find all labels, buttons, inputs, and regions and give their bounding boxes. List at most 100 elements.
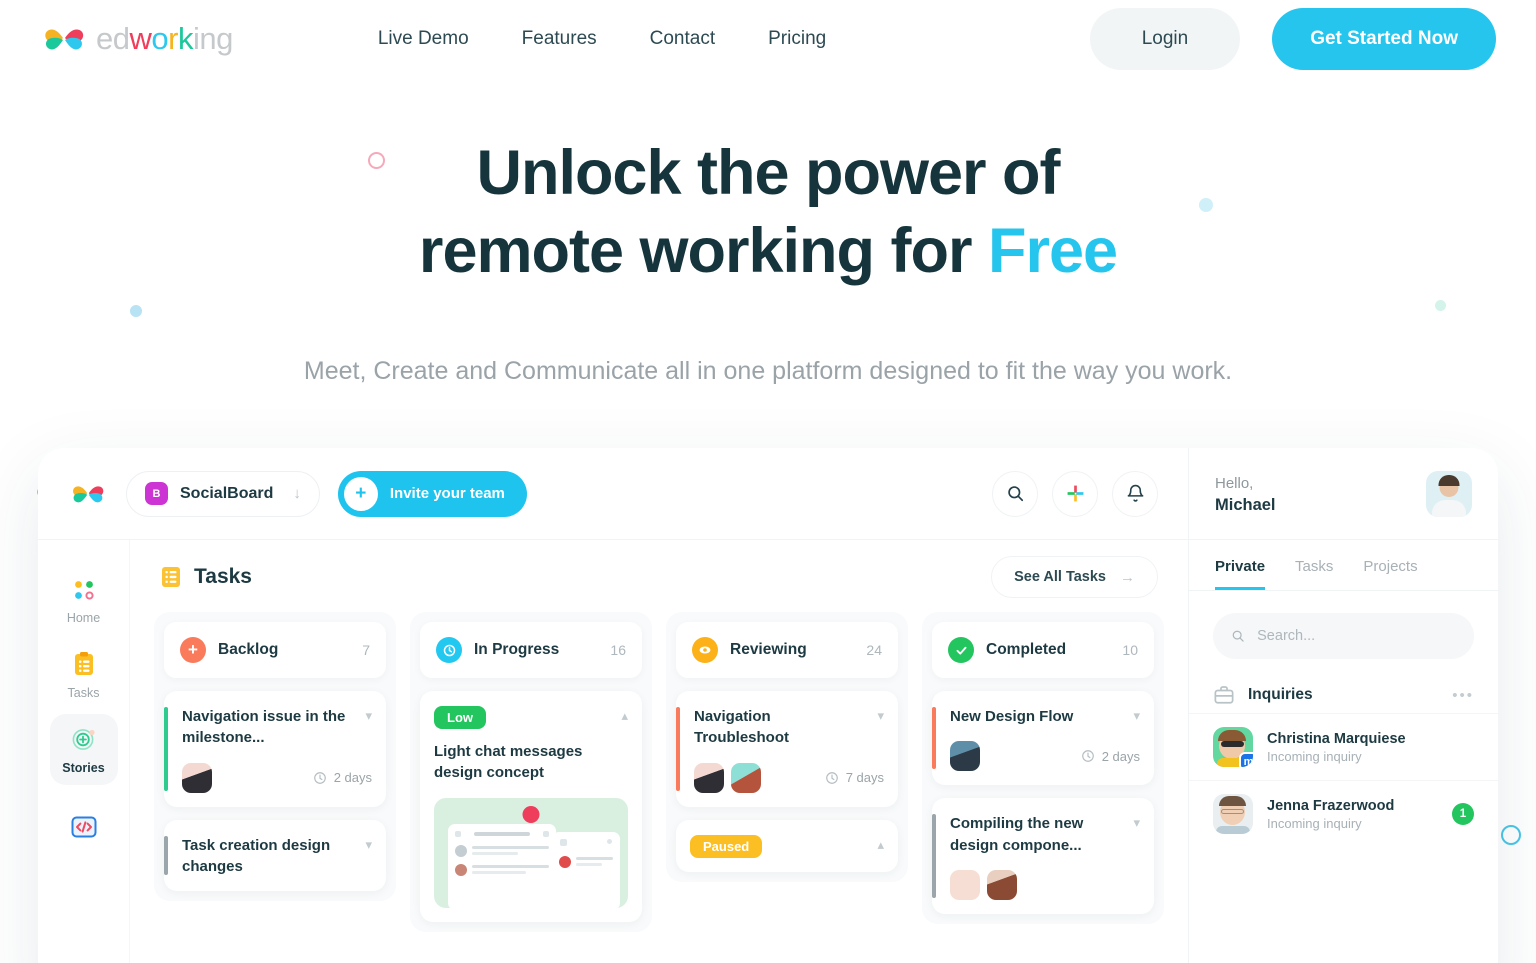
sidebar-item-tasks[interactable]: Tasks <box>50 639 118 710</box>
tab-private[interactable]: Private <box>1215 558 1266 590</box>
column-count: 10 <box>1122 642 1138 658</box>
task-card-meta: 2 days <box>950 741 1140 772</box>
wordmark-part-1: w <box>129 21 152 56</box>
search-icon[interactable] <box>992 470 1038 517</box>
column-header[interactable]: Reviewing 24 <box>676 622 898 678</box>
see-all-tasks-label: See All Tasks <box>1014 569 1106 585</box>
column-count: 16 <box>610 642 626 658</box>
get-started-button[interactable]: Get Started Now <box>1272 8 1496 70</box>
contact-text: Jenna Frazerwood Incoming inquiry <box>1267 798 1394 831</box>
hero-title-accent: Free <box>988 216 1118 287</box>
task-due-label: 2 days <box>333 770 372 786</box>
contact-name: Jenna Frazerwood <box>1267 797 1395 814</box>
hero-subtitle: Meet, Create and Communicate all in one … <box>303 357 1233 386</box>
plus-icon: + <box>343 476 378 511</box>
task-card[interactable]: New Design Flow ▾ 2 days <box>932 691 1154 786</box>
column-header[interactable]: Completed 10 <box>932 622 1154 678</box>
app-sidebar: Home Tasks Stories <box>38 540 130 963</box>
list-icon <box>162 567 180 587</box>
task-due: 2 days <box>1081 749 1140 764</box>
chevron-up-icon[interactable]: ▴ <box>621 708 628 724</box>
task-card-meta: 7 days <box>694 762 884 793</box>
hero-title-line-1: Unlock the power of <box>476 138 1060 208</box>
column-name: In Progress <box>474 641 560 658</box>
avatar <box>987 869 1017 900</box>
contact-subtitle: Incoming inquiry <box>1267 748 1362 764</box>
clipboard-icon <box>74 652 93 675</box>
chevron-down-icon[interactable]: ▾ <box>365 708 372 724</box>
priority-bar <box>164 707 168 791</box>
arrow-down-icon: ↓ <box>293 485 301 502</box>
nav-link-pricing[interactable]: Pricing <box>768 28 826 50</box>
list-item[interactable]: Jenna Frazerwood Incoming inquiry 1 <box>1189 780 1498 847</box>
app-logo-icon[interactable] <box>68 478 108 510</box>
see-all-tasks-button[interactable]: See All Tasks → <box>991 556 1158 598</box>
column-header[interactable]: + Backlog 7 <box>164 622 386 678</box>
column-name: Reviewing <box>730 641 807 658</box>
workspace-badge: B <box>145 482 168 505</box>
sparkle-cyan-left-icon <box>8 620 33 645</box>
chevron-down-icon[interactable]: ▾ <box>365 837 372 853</box>
app-right-panel: Hello, Michael Private Tasks Projects Se… <box>1188 448 1498 963</box>
sidebar-item-stories[interactable]: Stories <box>49 714 118 785</box>
sidebar-item-tasks-label: Tasks <box>67 686 100 700</box>
sidebar-item-code[interactable] <box>50 803 118 849</box>
avatar[interactable] <box>1426 470 1472 517</box>
nav-link-live-demo[interactable]: Live Demo <box>378 28 469 50</box>
search-input[interactable] <box>1257 628 1456 644</box>
brand-logo[interactable]: ed w o r k ing <box>40 19 233 59</box>
task-due: 2 days <box>313 770 372 785</box>
task-title: Navigation Troubleshoot <box>694 708 789 747</box>
sidebar-item-home-label: Home <box>66 611 101 625</box>
sidebar-item-stories-label: Stories <box>62 761 105 775</box>
chevron-down-icon[interactable]: ▾ <box>1133 815 1140 831</box>
wordmark-part-3: r <box>168 21 178 56</box>
nav-link-contact[interactable]: Contact <box>650 28 715 50</box>
task-due-label: 2 days <box>1101 748 1140 764</box>
task-card[interactable]: Task creation design changes ▾ <box>164 819 386 892</box>
invite-team-button[interactable]: + Invite your team <box>337 470 527 517</box>
tab-projects[interactable]: Projects <box>1363 558 1417 590</box>
column-count: 24 <box>866 642 882 658</box>
bell-icon[interactable] <box>1112 470 1158 517</box>
workspace-name: SocialBoard <box>180 484 274 502</box>
header-actions: Login Get Started Now <box>1089 8 1496 70</box>
task-card[interactable]: Paused ▴ <box>676 819 898 872</box>
chevron-up-icon[interactable]: ▴ <box>877 837 884 853</box>
workspace-selector[interactable]: B SocialBoard ↓ <box>126 470 320 517</box>
sidebar-item-home[interactable]: Home <box>50 566 118 635</box>
task-card[interactable]: Low ▴ Light chat messages design concept <box>420 691 642 922</box>
chevron-down-icon[interactable]: ▾ <box>1133 708 1140 724</box>
chevron-down-icon[interactable]: ▾ <box>877 708 884 724</box>
task-card[interactable]: Compiling the new design compone... ▾ <box>932 798 1154 914</box>
search-field[interactable] <box>1213 613 1474 659</box>
search-icon <box>1232 630 1244 642</box>
board-header: Tasks See All Tasks → <box>154 540 1164 612</box>
task-card[interactable]: Navigation issue in the milestone... ▾ 2… <box>164 691 386 807</box>
list-item[interactable]: m Christina Marquiese Incoming inquiry <box>1189 713 1498 780</box>
board-area: Home Tasks Stories Tasks See All Tasks →… <box>38 540 1188 963</box>
plus-icon[interactable] <box>1052 470 1098 517</box>
contact-subtitle: Incoming inquiry <box>1267 815 1362 831</box>
task-due-label: 7 days <box>845 770 884 786</box>
invite-team-label: Invite your team <box>389 485 505 502</box>
clock-icon <box>313 771 326 784</box>
eye-icon <box>692 637 718 663</box>
avatar <box>694 762 724 793</box>
login-button[interactable]: Login <box>1089 8 1241 70</box>
platform-badge: m <box>1239 752 1253 767</box>
ellipsis-icon[interactable]: ••• <box>1452 687 1474 704</box>
nav-link-features[interactable]: Features <box>522 28 597 50</box>
briefcase-icon <box>1214 686 1234 704</box>
task-due: 7 days <box>825 770 884 785</box>
panel-tabs: Private Tasks Projects <box>1189 540 1498 591</box>
tab-tasks[interactable]: Tasks <box>1295 558 1333 590</box>
greeting-text: Hello, Michael <box>1215 472 1276 514</box>
hero-title-line-2: remote working for <box>418 216 988 287</box>
board-column-backlog: + Backlog 7 Navigation issue in the mile… <box>154 612 396 902</box>
column-header[interactable]: In Progress 16 <box>420 622 642 678</box>
check-circle-icon <box>948 637 974 663</box>
app-inner: B SocialBoard ↓ + Invite your team Home … <box>38 448 1498 963</box>
task-card[interactable]: Navigation Troubleshoot ▾ 7 days <box>676 691 898 807</box>
task-card-meta <box>950 869 1140 900</box>
